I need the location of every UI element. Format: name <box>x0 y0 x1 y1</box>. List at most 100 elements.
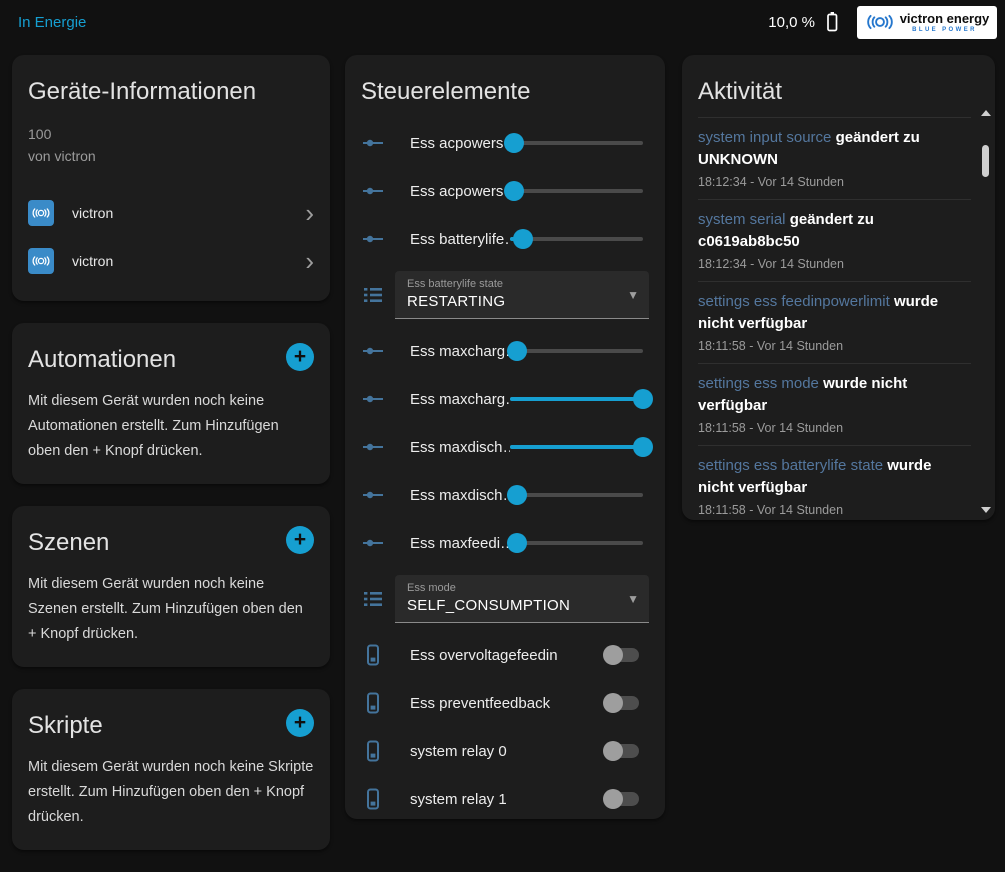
device-manufacturer: von victron <box>28 145 314 167</box>
slider-icon <box>361 179 385 203</box>
control-row-slider: Ess acpowers… <box>361 167 649 215</box>
activity-card: Aktivität system input source geändert z… <box>682 55 995 520</box>
slider-fill <box>510 397 643 401</box>
logbook-entry-text: settings ess mode wurde nicht verfügbar <box>698 373 971 417</box>
slider-icon <box>361 227 385 251</box>
controls-title: Steuerelemente <box>361 77 649 107</box>
victron-brand: victron energy <box>900 12 990 25</box>
dropdown-caret-icon: ▼ <box>627 592 639 606</box>
toggle-switch[interactable] <box>605 696 639 710</box>
slider-control[interactable] <box>510 340 643 362</box>
slider-control[interactable] <box>510 388 643 410</box>
scrollbar-thumb[interactable] <box>982 145 989 177</box>
scrollbar-down-arrow-icon[interactable] <box>981 507 991 513</box>
toggle-icon <box>361 739 385 763</box>
control-label: system relay 1 <box>410 791 605 808</box>
entity-link[interactable]: system input source <box>698 129 831 146</box>
toggle-switch[interactable] <box>605 744 639 758</box>
slider-control[interactable] <box>510 132 643 154</box>
slider-thumb[interactable] <box>507 533 527 553</box>
header-right: 10,0 % victron energy BLUE POWER <box>768 6 997 39</box>
victron-logo: victron energy BLUE POWER <box>857 6 997 39</box>
dropdown-caret-icon: ▼ <box>627 288 639 302</box>
control-label: Ess overvoltagefeedin <box>410 647 605 664</box>
add-script-button[interactable]: + <box>286 709 314 737</box>
slider-control[interactable] <box>510 436 643 458</box>
slider-thumb[interactable] <box>633 437 653 457</box>
entity-link[interactable]: settings ess batterylife state <box>698 457 883 474</box>
left-column: Geräte-Informationen 100 von victron vic… <box>12 55 330 872</box>
device-model: 100 <box>28 123 314 145</box>
toggle-icon <box>361 691 385 715</box>
scripts-header: Skripte + <box>28 705 314 741</box>
automations-header: Automationen + <box>28 339 314 375</box>
control-row-slider: Ess maxcharg… <box>361 375 649 423</box>
device-list-item[interactable]: victron› <box>28 237 314 285</box>
slider-track <box>510 141 643 145</box>
slider-icon <box>361 483 385 507</box>
slider-thumb[interactable] <box>507 485 527 505</box>
entity-link[interactable]: settings ess mode <box>698 375 819 392</box>
control-row-toggle: system relay 1 <box>361 775 649 819</box>
victron-swirl-icon <box>865 12 895 32</box>
control-row-toggle: Ess preventfeedback <box>361 679 649 727</box>
control-label: Ess acpowers… <box>410 135 510 152</box>
control-row-slider: Ess maxdisch… <box>361 471 649 519</box>
slider-thumb[interactable] <box>504 181 524 201</box>
slider-thumb[interactable] <box>513 229 533 249</box>
logbook-entry: settings ess mode wurde nicht verfügbar1… <box>698 364 971 446</box>
battery-percentage: 10,0 % <box>768 14 815 31</box>
automations-empty-text: Mit diesem Gerät wurden noch keine Autom… <box>28 389 314 464</box>
slider-track <box>510 349 643 353</box>
toggle-knob <box>603 741 623 761</box>
controls-card: Steuerelemente Ess acpowers… Ess acpowers… <box>345 55 665 819</box>
logbook-entry-text: settings ess batterylife state wurde nic… <box>698 455 971 499</box>
plus-icon: + <box>294 346 306 367</box>
scripts-card: Skripte + Mit diesem Gerät wurden noch k… <box>12 689 330 850</box>
slider-thumb[interactable] <box>507 341 527 361</box>
slider-control[interactable] <box>510 532 643 554</box>
victron-device-icon <box>28 200 54 226</box>
slider-thumb[interactable] <box>504 133 524 153</box>
control-label: Ess maxdisch… <box>410 439 510 456</box>
toggle-knob <box>603 789 623 809</box>
breadcrumb[interactable]: In Energie <box>18 14 86 31</box>
scenes-header: Szenen + <box>28 522 314 558</box>
slider-control[interactable] <box>510 180 643 202</box>
control-row-slider: Ess batterylife… <box>361 215 649 263</box>
slider-track <box>510 445 643 449</box>
logbook-list: system input source geändert zu UNKNOWN 1… <box>698 117 971 520</box>
add-scene-button[interactable]: + <box>286 526 314 554</box>
slider-thumb[interactable] <box>633 389 653 409</box>
automations-card: Automationen + Mit diesem Gerät wurden n… <box>12 323 330 484</box>
slider-control[interactable] <box>510 484 643 506</box>
select-control[interactable]: Ess modeSELF_CONSUMPTION▼ <box>395 575 649 623</box>
scrollbar-up-arrow-icon[interactable] <box>981 110 991 116</box>
device-list-item[interactable]: victron› <box>28 189 314 237</box>
slider-icon <box>361 339 385 363</box>
toggle-switch[interactable] <box>605 648 639 662</box>
logbook-timestamp: 18:12:34 - Vor 14 Stunden <box>698 175 971 189</box>
slider-fill <box>510 445 643 449</box>
entity-link[interactable]: settings ess feedinpowerlimit <box>698 293 890 310</box>
logbook-entry-text: system input source geändert zu UNKNOWN <box>698 127 971 171</box>
slider-icon <box>361 387 385 411</box>
activity-title: Aktivität <box>698 77 971 107</box>
entity-link[interactable]: system serial <box>698 211 786 228</box>
scripts-title: Skripte <box>28 711 103 741</box>
control-row-slider: Ess acpowers… <box>361 119 649 167</box>
toggle-switch[interactable] <box>605 792 639 806</box>
logbook-entry: settings ess batterylife state wurde nic… <box>698 446 971 520</box>
slider-control[interactable] <box>510 228 643 250</box>
add-automation-button[interactable]: + <box>286 343 314 371</box>
logbook-timestamp: 18:11:58 - Vor 14 Stunden <box>698 503 971 517</box>
device-name: victron <box>72 205 305 221</box>
activity-scrollbar[interactable] <box>980 110 992 513</box>
select-control[interactable]: Ess batterylife stateRESTARTING▼ <box>395 271 649 319</box>
control-label: Ess maxdisch… <box>410 487 510 504</box>
automations-title: Automationen <box>28 345 176 375</box>
control-row-select: Ess modeSELF_CONSUMPTION▼ <box>361 567 649 631</box>
control-row-select: Ess batterylife stateRESTARTING▼ <box>361 263 649 327</box>
logbook-entry-text: system serial geändert zu c0619ab8bc50 <box>698 209 971 253</box>
control-row-slider: Ess maxcharg… <box>361 327 649 375</box>
